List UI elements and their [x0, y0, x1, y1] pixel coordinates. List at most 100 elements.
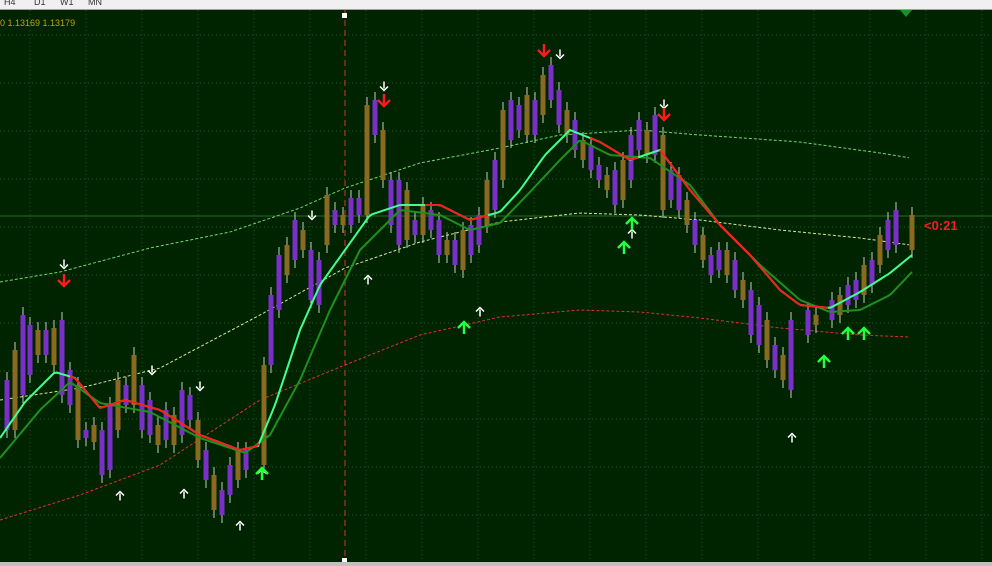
candle-body: [348, 198, 354, 225]
candle-body: [412, 220, 418, 235]
candle-body: [27, 325, 33, 375]
candle-body: [227, 465, 233, 495]
signal-arrows: [57, 44, 871, 531]
candle-body: [51, 328, 57, 365]
candle-body: [588, 145, 594, 170]
candle-body: [332, 210, 338, 225]
timeframe-toolbar: H4 D1 W1 MN: [0, 0, 992, 10]
candle-body: [123, 385, 129, 405]
candle-body: [484, 180, 490, 225]
candle-body: [508, 100, 514, 140]
sell-arrow-icon: [195, 381, 205, 392]
buy-arrow-icon: [817, 354, 831, 368]
candle-body: [276, 255, 282, 310]
candle-body: [740, 280, 746, 300]
candle-body: [716, 250, 722, 270]
chart-bottom-border: [0, 562, 992, 566]
candle-body: [404, 190, 410, 240]
candle-body: [284, 245, 290, 275]
candle-body: [91, 425, 97, 442]
timeframe-d1[interactable]: D1: [34, 0, 46, 7]
timeframe-w1[interactable]: W1: [60, 0, 74, 7]
candle-body: [4, 380, 10, 430]
candle-body: [516, 105, 522, 130]
timeframe-h4[interactable]: H4: [4, 0, 16, 7]
candle-body: [261, 365, 267, 465]
candle-body: [380, 130, 386, 180]
lower-band-line: [0, 309, 910, 521]
candle-body: [909, 215, 915, 250]
period-separator-top-handle[interactable]: [342, 13, 347, 18]
candle-body: [187, 395, 193, 420]
candle-body: [644, 130, 650, 155]
candle-body: [636, 120, 642, 150]
candle-body: [700, 235, 706, 260]
candle-body: [548, 65, 554, 100]
candle-body: [59, 320, 65, 395]
candle-body: [460, 230, 466, 270]
sell-arrow-icon: [537, 44, 551, 58]
scroll-marker-icon[interactable]: [900, 10, 912, 17]
candle-body: [829, 300, 835, 320]
candle-body: [35, 330, 41, 355]
candle-body: [300, 230, 306, 250]
candle-body: [83, 430, 89, 438]
sell-arrow-icon: [57, 274, 71, 288]
buy-arrow-icon: [235, 520, 245, 531]
candle-body: [75, 385, 81, 440]
candle-body: [476, 215, 482, 245]
candle-body: [420, 205, 426, 235]
candle-body: [308, 250, 314, 300]
candle-body: [20, 315, 26, 395]
candlesticks: [4, 57, 915, 523]
candle-body: [612, 170, 618, 205]
buy-arrow-icon: [857, 326, 871, 340]
candle-body: [780, 355, 786, 380]
slow-ma-line: [0, 140, 913, 459]
sell-arrow-icon: [555, 49, 565, 60]
buy-arrow-icon: [617, 240, 631, 254]
price-chart[interactable]: 0 1.13169 1.13179 <0:21: [0, 10, 992, 566]
sell-arrow-icon: [59, 259, 69, 270]
candle-body: [756, 305, 762, 345]
fast-ma-line: [0, 128, 913, 452]
candle-body: [155, 425, 161, 445]
candle-body: [372, 100, 378, 135]
candle-body: [845, 285, 851, 305]
candle-body: [772, 345, 778, 370]
candle-body: [524, 95, 530, 135]
candle-body: [492, 160, 498, 210]
buy-arrow-icon: [627, 228, 637, 239]
candle-body: [885, 220, 891, 250]
chart-canvas[interactable]: [0, 10, 992, 566]
candle-body: [869, 260, 875, 285]
candle-body: [107, 405, 113, 470]
candle-body: [324, 195, 330, 245]
candle-body: [211, 475, 217, 510]
candle-body: [99, 430, 105, 475]
timeframe-mn[interactable]: MN: [88, 0, 102, 7]
sell-arrow-icon: [657, 108, 671, 122]
chart-grid: [0, 10, 992, 566]
candle-body: [877, 235, 883, 265]
candle-body: [436, 220, 442, 255]
candle-body: [620, 160, 626, 200]
candle-body: [219, 490, 225, 515]
buy-arrow-icon: [787, 432, 797, 443]
candle-body: [195, 420, 201, 460]
buy-arrow-icon: [179, 488, 189, 499]
candle-body: [893, 210, 899, 245]
candle-body: [676, 175, 682, 210]
candle-body: [596, 165, 602, 180]
candle-body: [660, 135, 666, 210]
sell-arrow-icon: [659, 99, 669, 110]
buy-arrow-icon: [625, 216, 639, 230]
candle-body: [805, 310, 811, 335]
candle-body: [452, 240, 458, 265]
candle-body: [356, 198, 362, 215]
sell-arrow-icon: [377, 94, 391, 108]
buy-arrow-icon: [475, 306, 485, 317]
candle-body: [652, 115, 658, 155]
candle-body: [708, 255, 714, 275]
sell-arrow-icon: [307, 210, 317, 221]
